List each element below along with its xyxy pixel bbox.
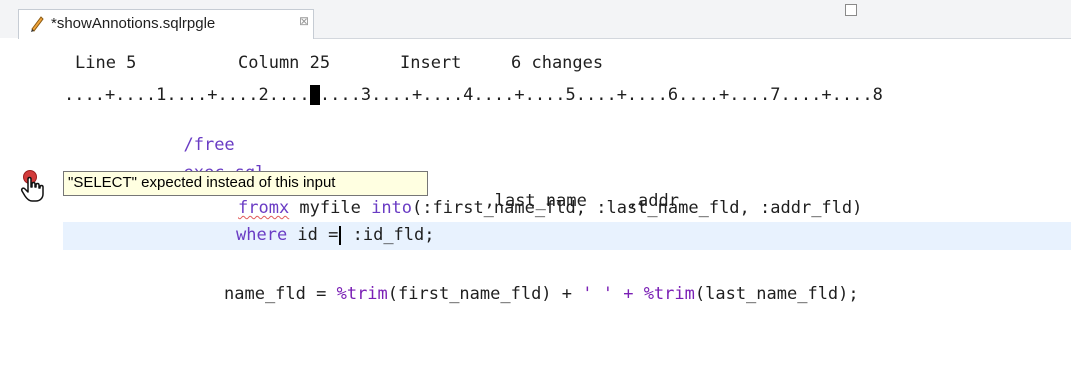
fromx-error-token: fromx: [238, 198, 290, 218]
where-keyword: where: [236, 225, 288, 245]
host-variables: (:first_name_fld, :last_name_fld, :addr_…: [412, 198, 863, 218]
trim-builtin-1: %trim: [336, 284, 388, 304]
code-line-4[interactable]: fromx myfile into(:first_name_fld, :last…: [238, 198, 862, 218]
code-line-5[interactable]: where id = :id_fld;: [236, 225, 435, 245]
code-line-6[interactable]: name_fld = %trim(first_name_fld) + ' ' +…: [224, 284, 859, 304]
ruler-cursor-mark: +: [309, 85, 320, 105]
hand-pointer-icon: [19, 175, 53, 203]
editor-tab[interactable]: *showAnnotions.sqlrpgle ⊠: [18, 9, 314, 39]
editor-gutter: [0, 38, 18, 391]
table-name: myfile: [289, 198, 372, 218]
status-changes: 6 changes: [511, 53, 604, 73]
assign-target: name_fld =: [224, 284, 337, 304]
ruler-text-before: ....+....1....+....2....: [64, 85, 310, 105]
current-line-highlight: [63, 222, 1071, 250]
trim-builtin-2: %trim: [643, 284, 695, 304]
where-condition-left: id =: [287, 225, 339, 245]
editor-tab-bar: *showAnnotions.sqlrpgle ⊠: [0, 0, 1071, 39]
trim-arg-2: (last_name_fld);: [694, 284, 859, 304]
status-column: Column 25: [238, 53, 331, 73]
where-condition-right: :id_fld;: [342, 225, 435, 245]
window-control-icon[interactable]: [845, 4, 857, 16]
status-mode: Insert: [400, 53, 462, 73]
plus-operator: +: [612, 284, 644, 304]
column-ruler: ....+....1....+....2....+....3....+....4…: [64, 85, 883, 105]
error-tooltip: "SELECT" expected instead of this input: [63, 171, 428, 196]
status-line: Line 5: [75, 53, 137, 73]
ruler-text-after: ....3....+....4....+....5....+....6....+…: [319, 85, 883, 105]
pencil-icon: [29, 14, 45, 32]
trim-arg-1: (first_name_fld) +: [387, 284, 583, 304]
string-literal: ' ': [582, 284, 613, 304]
close-icon[interactable]: ⊠: [299, 14, 309, 28]
into-keyword: into: [371, 198, 413, 218]
tab-title: *showAnnotions.sqlrpgle: [51, 15, 216, 32]
